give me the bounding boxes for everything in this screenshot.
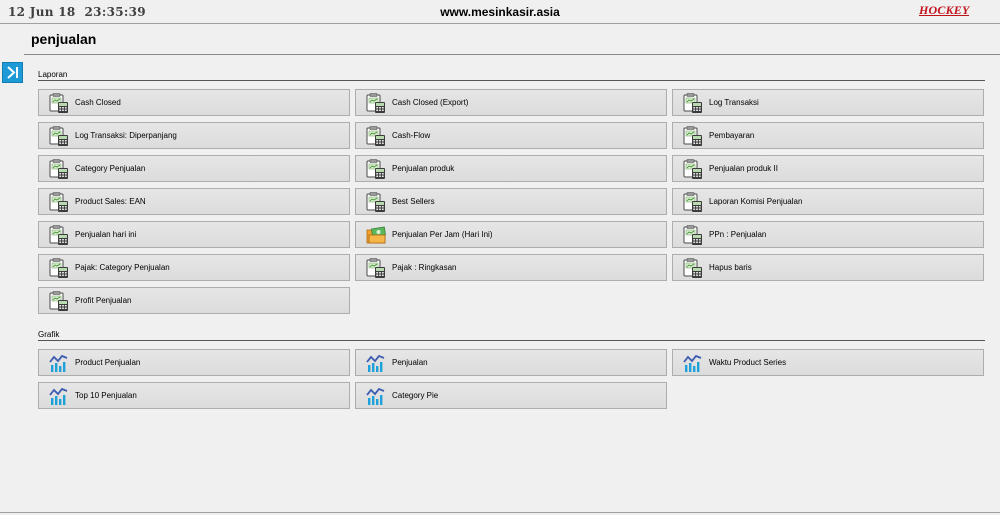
report-button-penjualan-hari-ini[interactable]: Penjualan hari ini (38, 221, 350, 248)
report-button-penjualan[interactable]: Penjualan (355, 349, 667, 376)
clipboard-calculator-icon (683, 225, 703, 245)
report-button-label: Category Penjualan (75, 164, 146, 173)
money-folder-icon (366, 225, 386, 245)
site-url: www.mesinkasir.asia (440, 5, 560, 19)
clipboard-calculator-icon (49, 291, 69, 311)
clipboard-calculator-icon (683, 258, 703, 278)
report-button-label: PPn : Penjualan (709, 230, 767, 239)
report-button-cash-flow[interactable]: Cash-Flow (355, 122, 667, 149)
clipboard-calculator-icon (366, 93, 386, 113)
report-button-cash-closed[interactable]: Cash Closed (38, 89, 350, 116)
clipboard-calculator-icon (683, 159, 703, 179)
report-button-label: Laporan Komisi Penjualan (709, 197, 803, 206)
clipboard-calculator-icon (683, 126, 703, 146)
bar-chart-icon (49, 386, 69, 406)
report-button-label: Cash Closed (75, 98, 121, 107)
report-button-category-pie[interactable]: Category Pie (355, 382, 667, 409)
clipboard-calculator-icon (49, 126, 69, 146)
clipboard-calculator-icon (49, 159, 69, 179)
report-button-label: Pajak: Category Penjualan (75, 263, 170, 272)
bottom-divider (0, 512, 1000, 513)
report-button-penjualan-produk-ii[interactable]: Penjualan produk II (672, 155, 984, 182)
bar-chart-icon (366, 386, 386, 406)
report-button-log-transaksi[interactable]: Log Transaksi (672, 89, 984, 116)
clipboard-calculator-icon (49, 258, 69, 278)
section-divider-laporan (38, 80, 985, 81)
report-button-pajak-category-penjualan[interactable]: Pajak: Category Penjualan (38, 254, 350, 281)
report-button-hapus-baris[interactable]: Hapus baris (672, 254, 984, 281)
report-button-penjualan-per-jam-hari-ini[interactable]: Penjualan Per Jam (Hari Ini) (355, 221, 667, 248)
logo-underline (919, 15, 969, 16)
report-button-pajak-ringkasan[interactable]: Pajak : Ringkasan (355, 254, 667, 281)
hockey-logo: HOCKEY (913, 3, 979, 21)
clipboard-calculator-icon (49, 93, 69, 113)
report-button-label: Penjualan (392, 358, 428, 367)
report-button-log-transaksi-diperpanjang[interactable]: Log Transaksi: Diperpanjang (38, 122, 350, 149)
report-button-label: Cash Closed (Export) (392, 98, 469, 107)
report-button-label: Hapus baris (709, 263, 752, 272)
report-button-label: Penjualan Per Jam (Hari Ini) (392, 230, 493, 239)
title-divider (24, 54, 1000, 55)
report-button-label: Log Transaksi (709, 98, 759, 107)
report-button-label: Product Sales: EAN (75, 197, 146, 206)
clipboard-calculator-icon (683, 192, 703, 212)
report-button-waktu-product-series[interactable]: Waktu Product Series (672, 349, 984, 376)
sidebar-toggle-button[interactable] (2, 62, 23, 83)
bar-chart-icon (366, 353, 386, 373)
report-button-product-penjualan[interactable]: Product Penjualan (38, 349, 350, 376)
page-title: penjualan (31, 31, 97, 47)
report-button-pembayaran[interactable]: Pembayaran (672, 122, 984, 149)
section-divider-grafik (38, 340, 985, 341)
collapse-arrow-icon (7, 66, 18, 79)
report-button-label: Best Sellers (392, 197, 435, 206)
section-label-grafik: Grafik (38, 330, 60, 339)
clipboard-calculator-icon (366, 126, 386, 146)
report-button-label: Waktu Product Series (709, 358, 787, 367)
clipboard-calculator-icon (366, 192, 386, 212)
report-button-top-10-penjualan[interactable]: Top 10 Penjualan (38, 382, 350, 409)
top-bar: 12 Jun 18 23:35:39 www.mesinkasir.asia H… (0, 0, 1000, 24)
clipboard-calculator-icon (366, 159, 386, 179)
report-button-label: Log Transaksi: Diperpanjang (75, 131, 177, 140)
report-button-label: Pajak : Ringkasan (392, 263, 457, 272)
report-button-laporan-komisi-penjualan[interactable]: Laporan Komisi Penjualan (672, 188, 984, 215)
report-button-category-penjualan[interactable]: Category Penjualan (38, 155, 350, 182)
report-button-penjualan-produk[interactable]: Penjualan produk (355, 155, 667, 182)
report-button-profit-penjualan[interactable]: Profit Penjualan (38, 287, 350, 314)
report-button-label: Cash-Flow (392, 131, 431, 140)
report-button-label: Profit Penjualan (75, 296, 132, 305)
report-button-product-sales-ean[interactable]: Product Sales: EAN (38, 188, 350, 215)
clipboard-calculator-icon (49, 225, 69, 245)
report-button-label: Penjualan produk (392, 164, 455, 173)
bar-chart-icon (683, 353, 703, 373)
clipboard-calculator-icon (683, 93, 703, 113)
bar-chart-icon (49, 353, 69, 373)
report-button-label: Category Pie (392, 391, 439, 400)
report-button-cash-closed-export[interactable]: Cash Closed (Export) (355, 89, 667, 116)
clipboard-calculator-icon (49, 192, 69, 212)
section-label-laporan: Laporan (38, 70, 68, 79)
report-button-label: Product Penjualan (75, 358, 141, 367)
clipboard-calculator-icon (366, 258, 386, 278)
report-button-label: Pembayaran (709, 131, 755, 140)
report-button-label: Top 10 Penjualan (75, 391, 137, 400)
report-button-best-sellers[interactable]: Best Sellers (355, 188, 667, 215)
report-button-ppn-penjualan[interactable]: PPn : Penjualan (672, 221, 984, 248)
report-button-label: Penjualan hari ini (75, 230, 137, 239)
report-button-label: Penjualan produk II (709, 164, 778, 173)
